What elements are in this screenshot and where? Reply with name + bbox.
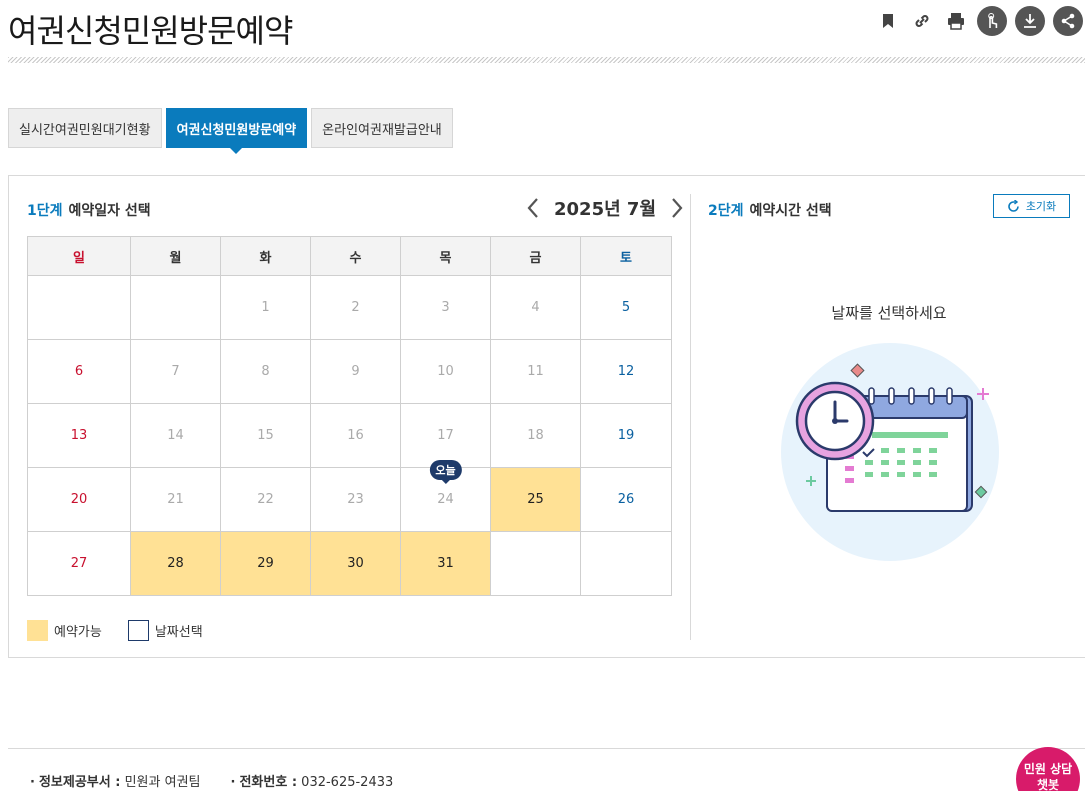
calendar-empty-cell [580,531,672,596]
tab-visit-reservation[interactable]: 여권신청민원방문예약 [165,108,308,154]
calendar-day-24: 24 오늘 [400,460,491,532]
legend-available-label: 예약가능 [54,625,102,640]
step1-text: 예약일자 선택 [68,203,151,219]
weekday-wed: 수 [310,236,401,276]
footer-dept: 정보제공부서 : 민원과 여권팀 [30,771,201,790]
legend-selected-swatch [127,620,149,641]
step1-number: 1단계 [27,203,63,219]
calendar-day-7: 7 [130,339,221,404]
step2-heading: 2단계 예약시간 선택 [708,200,832,220]
calendar-day-17: 17 [400,403,491,468]
calendar-day-9: 9 [310,339,401,404]
weekday-header: 일 월 화 수 목 금 토 [27,236,672,276]
weekday-mon: 월 [130,236,221,276]
legend-selected-label: 날짜선택 [154,625,203,640]
calendar-day-1: 1 [220,275,311,340]
toolbar [875,6,1085,36]
download-icon[interactable] [1015,6,1045,36]
footer-dept-label: 정보제공부서 : [30,775,120,790]
calendar-week-row: 13 14 15 16 17 18 19 [27,403,672,468]
calendar-clock-illustration [777,336,1003,562]
calendar-week-row: 27 28 29 30 31 [27,531,672,596]
calendar-day-23: 23 [310,467,401,532]
footer-phone: 전화번호 : 032-625-2433 [231,771,394,790]
page-title: 여권신청민원방문예약 [8,12,293,50]
weekday-tue: 화 [220,236,311,276]
calendar-week-row: 12345 [27,275,672,340]
calendar-day-30[interactable]: 30 [310,531,401,596]
calendar-day-4: 4 [490,275,581,340]
calendar-empty-cell [27,275,131,340]
calendar-day-20: 20 [27,467,131,532]
calendar-day-10: 10 [400,339,491,404]
bookmark-icon[interactable] [875,6,901,36]
footer-dept-value: 민원과 여권팀 [124,775,201,790]
footer-phone-label: 전화번호 : [231,775,298,790]
month-label: 2025년 7월 [554,199,657,220]
calendar-day-16: 16 [310,403,401,468]
calendar-day-27: 27 [27,531,131,596]
chatbot-line1: 민원 상담 [1023,762,1073,776]
reset-button[interactable]: 초기화 [993,194,1070,218]
weekday-sat: 토 [580,236,672,276]
calendar-body: 1 2 3 4 5 6 7 8 9 10 11 12 13 14 15 16 17 18 19 20 21 22 23 24 오… [27,275,672,596]
calendar-day-19: 19 [580,403,672,468]
link-icon[interactable] [909,6,935,36]
prev-month-icon[interactable] [522,194,544,222]
tab-list: 실시간여권민원대기현황 여권신청민원방문예약 온라인여권재발급안내 [8,108,453,154]
share-icon[interactable] [1053,6,1083,36]
step2-number: 2단계 [708,203,744,219]
chatbot-line2: 챗봇 [1036,778,1060,791]
calendar-legend: 예약가능 날짜선택 [27,620,203,641]
calendar-day-25[interactable]: 25 [490,467,581,532]
footer-info: 정보제공부서 : 민원과 여권팀 전화번호 : 032-625-2433 [30,771,393,790]
calendar-week-row: 6 7 8 9 10 11 12 [27,339,672,404]
print-icon[interactable] [943,6,969,36]
calendar-day-5: 5 [580,275,672,340]
calendar-day-26: 26 [580,467,672,532]
calendar-day-6: 6 [27,339,131,404]
step1-heading: 1단계 예약일자 선택 [27,200,151,220]
calendar-day-29[interactable]: 29 [220,531,311,596]
title-divider [8,57,1085,63]
calendar-day-31[interactable]: 31 [400,531,491,596]
tab-online-reissue[interactable]: 온라인여권재발급안내 [311,108,453,148]
tab-realtime-wait[interactable]: 실시간여권민원대기현황 [8,108,162,148]
next-month-icon[interactable] [666,194,688,222]
calendar-day-13: 13 [27,403,131,468]
calendar-empty-cell [130,275,221,340]
calendar-day-8: 8 [220,339,311,404]
calendar-week-row: 20 21 22 23 24 오늘 25 26 [27,460,672,532]
calendar-day-14: 14 [130,403,221,468]
footer: 정보제공부서 : 민원과 여권팀 전화번호 : 032-625-2433 [8,748,1085,791]
calendar-day-22: 22 [220,467,311,532]
month-navigation: 2025년 7월 [522,194,688,222]
calendar-day-28[interactable]: 28 [130,531,221,596]
weekday-sun: 일 [27,236,131,276]
today-badge: 오늘 [429,460,462,484]
calendar-day-18: 18 [490,403,581,468]
calendar-day-21: 21 [130,467,221,532]
weekday-thu: 목 [400,236,491,276]
select-date-message: 날짜를 선택하세요 [831,304,947,322]
calendar-day-15: 15 [220,403,311,468]
touch-icon[interactable] [977,6,1007,36]
calendar-grid: 일 월 화 수 목 금 토 1 2 3 4 5 6 7 8 9 10 11 12 13 14 15 16 17 1… [27,236,672,596]
calendar-day-12: 12 [580,339,672,404]
step2-text: 예약시간 선택 [749,203,832,219]
calendar-day-11: 11 [490,339,581,404]
reservation-panel: 1단계 예약일자 선택 2025년 7월 일 월 화 수 목 금 토 123456… [8,175,1085,658]
weekday-fri: 금 [490,236,581,276]
refresh-icon [1008,199,1019,212]
step-divider [690,194,691,640]
reset-label: 초기화 [1025,200,1057,213]
calendar-day-2: 2 [310,275,401,340]
calendar-day-3: 3 [400,275,491,340]
footer-phone-value: 032-625-2433 [301,775,394,790]
calendar-empty-cell [490,531,581,596]
legend-available-swatch [27,620,48,641]
